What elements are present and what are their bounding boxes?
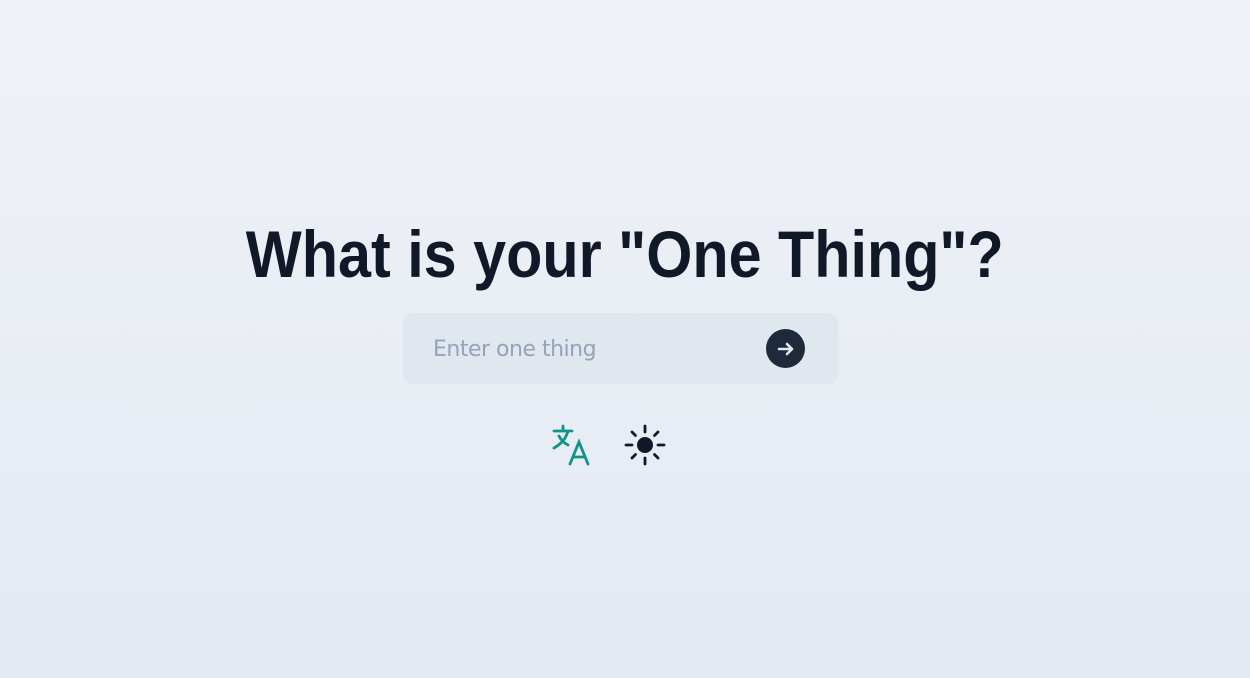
- one-thing-form: [403, 313, 838, 386]
- translate-icon: [552, 424, 590, 466]
- submit-button[interactable]: [766, 329, 805, 368]
- language-button[interactable]: [552, 424, 594, 466]
- sun-icon: [624, 424, 666, 466]
- one-thing-input[interactable]: [431, 313, 765, 386]
- page-title: What is your "One Thing"?: [0, 216, 1250, 292]
- page-title-text: What is your "One Thing"?: [246, 217, 1004, 291]
- theme-toggle-button[interactable]: [624, 424, 666, 466]
- arrow-right-icon: [777, 342, 793, 355]
